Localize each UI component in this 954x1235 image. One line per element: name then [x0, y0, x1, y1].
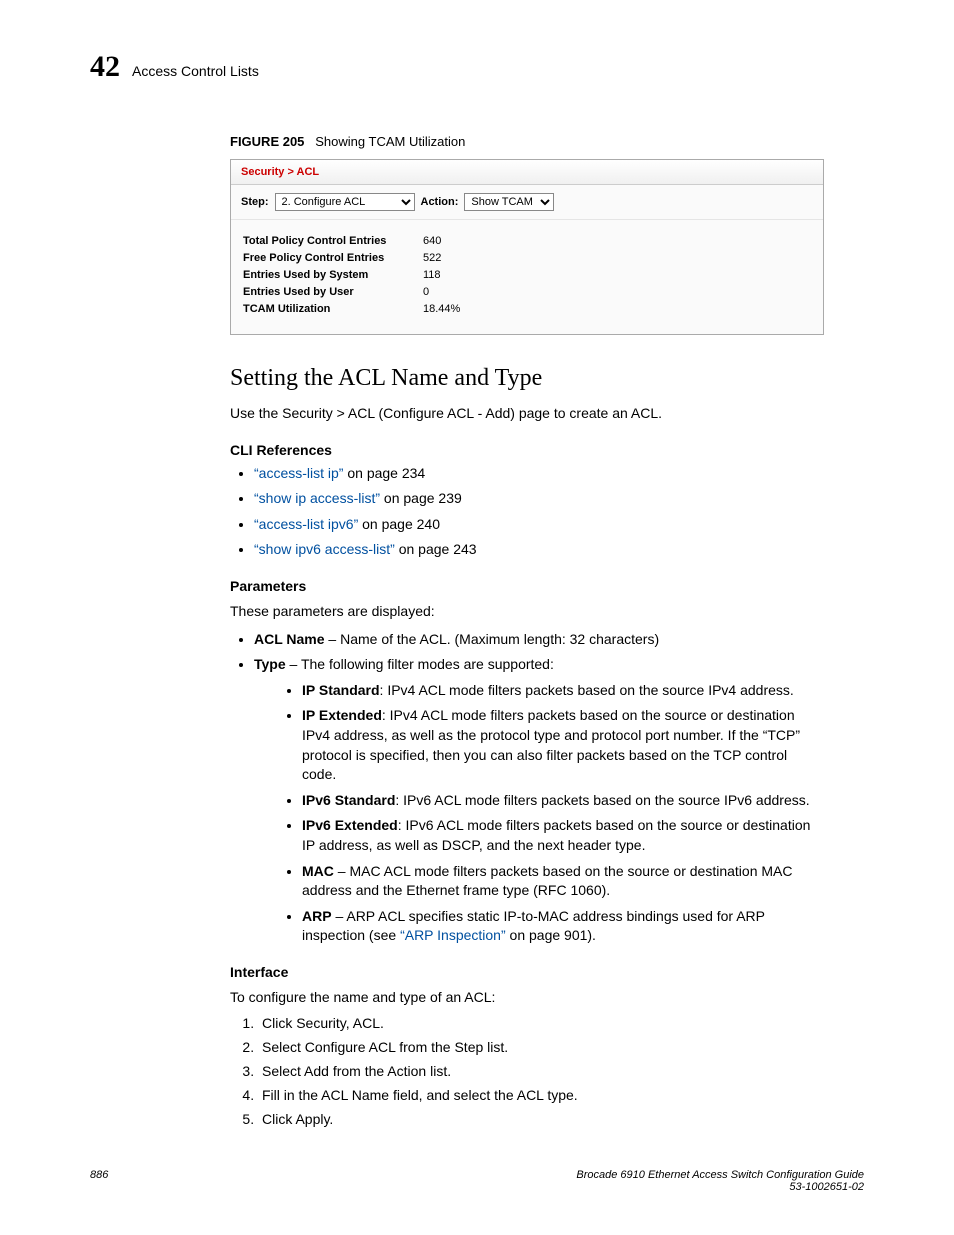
figure-caption-text: Showing TCAM Utilization: [315, 134, 465, 149]
cli-link[interactable]: “access-list ip”: [254, 465, 343, 481]
cli-link[interactable]: “show ip access-list”: [254, 490, 380, 506]
cli-references-list: “access-list ip” on page 234 “show ip ac…: [254, 464, 824, 560]
list-item: “show ipv6 access-list” on page 243: [254, 540, 824, 560]
step-item: Click Apply.: [258, 1111, 824, 1127]
step-select[interactable]: 2. Configure ACL: [275, 193, 415, 211]
cli-references-heading: CLI References: [230, 442, 824, 458]
stat-value: 640: [423, 235, 441, 247]
stat-value: 118: [423, 269, 441, 281]
stat-row: Entries Used by User 0: [243, 286, 811, 298]
page-number: 886: [90, 1169, 108, 1193]
type-name: ARP: [302, 908, 332, 924]
stat-value: 0: [423, 286, 429, 298]
list-item: IPv6 Standard: IPv6 ACL mode filters pac…: [302, 791, 824, 811]
doc-title: Brocade 6910 Ethernet Access Switch Conf…: [576, 1169, 864, 1181]
intro-paragraph: Use the Security > ACL (Configure ACL - …: [230, 404, 824, 424]
type-name: IPv6 Standard: [302, 792, 395, 808]
type-desc: : IPv6 ACL mode filters packets based on…: [395, 792, 809, 808]
stat-label: Entries Used by System: [243, 269, 423, 281]
list-item: ARP – ARP ACL specifies static IP-to-MAC…: [302, 907, 824, 946]
step-label: Step:: [241, 196, 269, 208]
list-item: ACL Name – Name of the ACL. (Maximum len…: [254, 630, 824, 650]
doc-number: 53-1002651-02: [576, 1181, 864, 1193]
chapter-title: Access Control Lists: [132, 63, 259, 79]
param-name: ACL Name: [254, 631, 325, 647]
arp-inspection-link[interactable]: “ARP Inspection”: [400, 927, 506, 943]
list-item: IPv6 Extended: IPv6 ACL mode filters pac…: [302, 816, 824, 855]
stat-value: 522: [423, 252, 441, 264]
stat-row: Entries Used by System 118: [243, 269, 811, 281]
interface-heading: Interface: [230, 964, 824, 980]
type-name: IP Extended: [302, 707, 382, 723]
stat-value: 18.44%: [423, 303, 460, 315]
interface-intro: To configure the name and type of an ACL…: [230, 988, 824, 1008]
list-item: “access-list ipv6” on page 240: [254, 515, 824, 535]
type-list: IP Standard: IPv4 ACL mode filters packe…: [302, 681, 824, 946]
list-item: IP Standard: IPv4 ACL mode filters packe…: [302, 681, 824, 701]
list-item: MAC – MAC ACL mode filters packets based…: [302, 862, 824, 901]
page-footer: 886 Brocade 6910 Ethernet Access Switch …: [90, 1169, 864, 1193]
panel-breadcrumb: Security > ACL: [231, 160, 823, 185]
chapter-number: 42: [90, 50, 120, 84]
panel-body: Total Policy Control Entries 640 Free Po…: [231, 220, 823, 334]
list-item: IP Extended: IPv4 ACL mode filters packe…: [302, 706, 824, 784]
cli-suffix: on page 240: [358, 516, 440, 532]
cli-suffix: on page 243: [395, 541, 477, 557]
parameters-intro: These parameters are displayed:: [230, 602, 824, 622]
action-label: Action:: [421, 196, 459, 208]
stat-row: Total Policy Control Entries 640: [243, 235, 811, 247]
cli-suffix: on page 234: [343, 465, 425, 481]
step-item: Select Add from the Action list.: [258, 1063, 824, 1079]
list-item: “show ip access-list” on page 239: [254, 489, 824, 509]
type-name: MAC: [302, 863, 334, 879]
page-header: 42 Access Control Lists: [90, 50, 864, 84]
stat-label: Total Policy Control Entries: [243, 235, 423, 247]
panel-controls: Step: 2. Configure ACL Action: Show TCAM: [231, 185, 823, 220]
param-desc: – The following filter modes are support…: [286, 656, 554, 672]
interface-steps: Click Security, ACL. Select Configure AC…: [258, 1015, 824, 1127]
list-item: “access-list ip” on page 234: [254, 464, 824, 484]
type-name: IP Standard: [302, 682, 380, 698]
param-name: Type: [254, 656, 286, 672]
figure-caption: FIGURE 205 Showing TCAM Utilization: [230, 134, 824, 149]
stat-label: TCAM Utilization: [243, 303, 423, 315]
type-desc: : IPv4 ACL mode filters packets based on…: [380, 682, 794, 698]
stat-row: TCAM Utilization 18.44%: [243, 303, 811, 315]
action-select[interactable]: Show TCAM: [464, 193, 554, 211]
parameters-list: ACL Name – Name of the ACL. (Maximum len…: [254, 630, 824, 946]
type-desc-post: on page 901).: [506, 927, 596, 943]
param-desc: – Name of the ACL. (Maximum length: 32 c…: [325, 631, 660, 647]
figure-label: FIGURE 205: [230, 134, 304, 149]
step-item: Fill in the ACL Name field, and select t…: [258, 1087, 824, 1103]
tcam-panel: Security > ACL Step: 2. Configure ACL Ac…: [230, 159, 824, 335]
stat-row: Free Policy Control Entries 522: [243, 252, 811, 264]
list-item: Type – The following filter modes are su…: [254, 655, 824, 946]
parameters-heading: Parameters: [230, 578, 824, 594]
section-heading: Setting the ACL Name and Type: [230, 365, 824, 392]
step-item: Click Security, ACL.: [258, 1015, 824, 1031]
stat-label: Free Policy Control Entries: [243, 252, 423, 264]
type-name: IPv6 Extended: [302, 817, 398, 833]
cli-link[interactable]: “access-list ipv6”: [254, 516, 358, 532]
cli-link[interactable]: “show ipv6 access-list”: [254, 541, 395, 557]
type-desc: – MAC ACL mode filters packets based on …: [302, 863, 793, 899]
stat-label: Entries Used by User: [243, 286, 423, 298]
step-item: Select Configure ACL from the Step list.: [258, 1039, 824, 1055]
cli-suffix: on page 239: [380, 490, 462, 506]
